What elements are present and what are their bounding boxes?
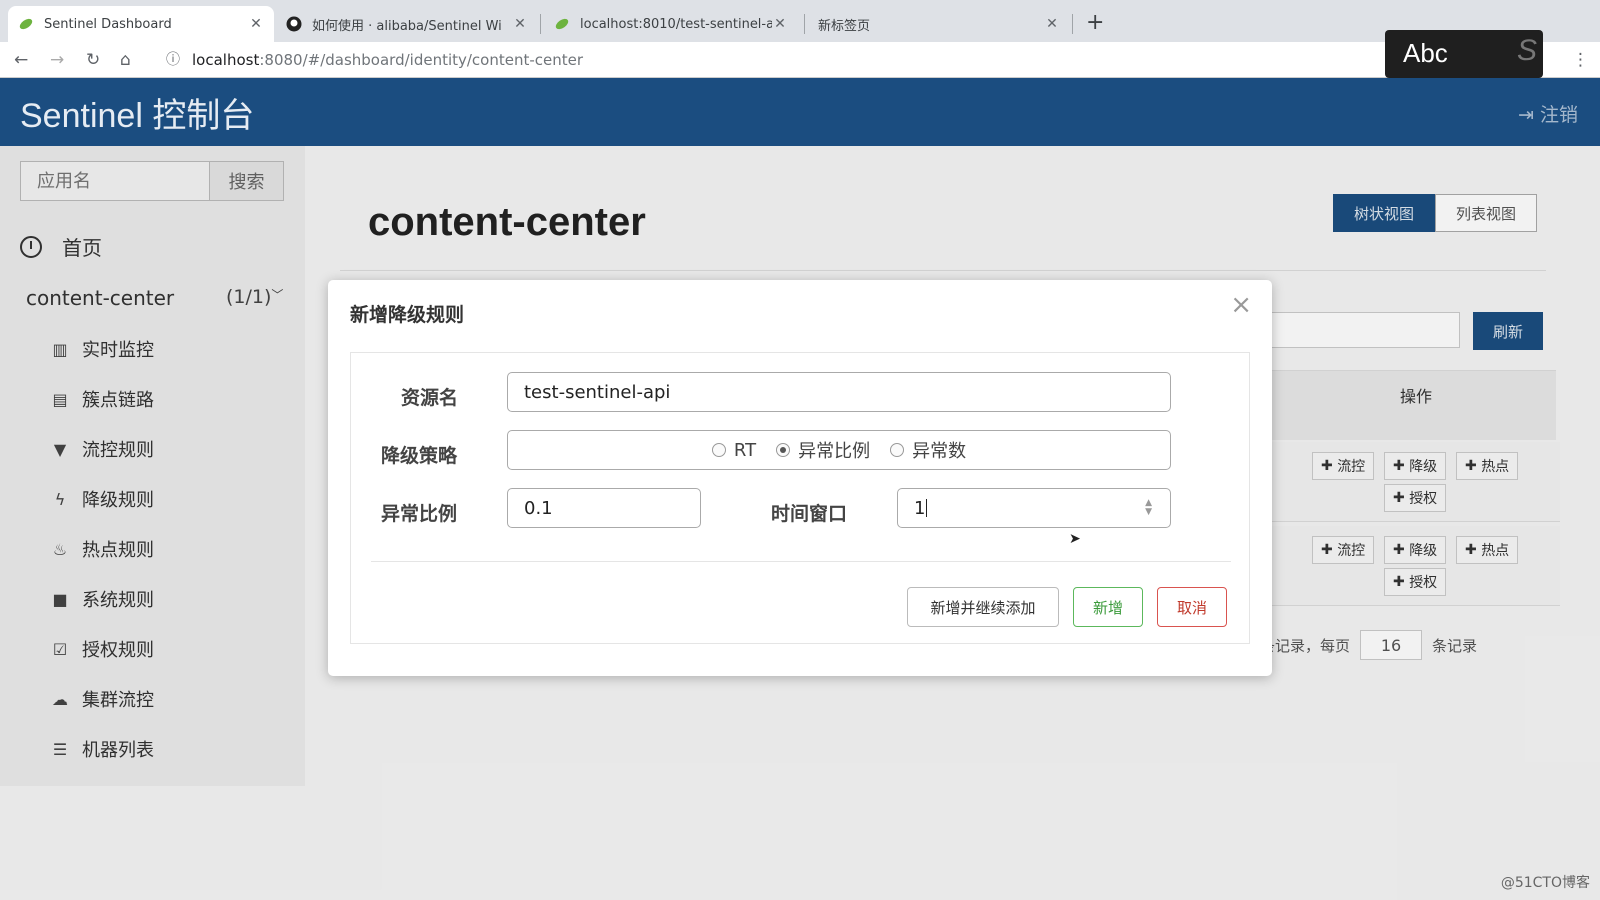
app-header: Sentinel 控制台 ⇥ 注销	[0, 78, 1600, 146]
tab-title: Sentinel Dashboard	[44, 16, 172, 32]
resource-label: 资源名	[401, 387, 459, 409]
browser-tab-strip: Sentinel Dashboard ✕ 如何使用 · alibaba/Sent…	[0, 0, 1600, 42]
forward-icon[interactable]: →	[50, 48, 64, 72]
radio-circle	[711, 443, 726, 457]
reload-icon[interactable]: ↻	[86, 48, 100, 72]
strategy-radio-group: RT 异常比例 异常数	[507, 430, 1171, 470]
info-icon[interactable]: ⓘ	[166, 48, 180, 72]
radio-circle-selected	[776, 443, 791, 457]
add-button[interactable]: 新增	[1073, 587, 1143, 627]
url-field[interactable]: localhost:8080/#/dashboard/identity/cont…	[192, 48, 583, 72]
radio-rt[interactable]: RT	[711, 439, 757, 461]
close-icon[interactable]: ✕	[248, 16, 264, 32]
window-label: 时间窗口	[771, 503, 848, 525]
radio-exception-ratio[interactable]: 异常比例	[776, 437, 870, 463]
ime-logo-icon: S	[1516, 34, 1537, 67]
strategy-label: 降级策略	[381, 445, 458, 467]
brand-title: Sentinel 控制台	[20, 97, 255, 135]
url-path: :8080/#/dashboard/identity/content-cente…	[259, 51, 584, 69]
text-cursor	[926, 499, 928, 517]
url-host: localhost	[192, 51, 260, 69]
tab-title: localhost:8010/test-sentinel-a	[580, 16, 772, 32]
radio-circle	[890, 443, 905, 457]
logout-icon: ⇥	[1518, 104, 1534, 126]
ime-indicator: Abc S	[1385, 30, 1543, 78]
more-icon[interactable]: ⋮	[1572, 48, 1589, 72]
tab-title: 如何使用 · alibaba/Sentinel Wi	[312, 18, 502, 34]
rule-form: 资源名 test-sentinel-api 降级策略 RT 异常比例 异常数 异…	[350, 352, 1250, 644]
mouse-cursor-icon: ➤	[1069, 531, 1081, 547]
radio-label: RT	[733, 439, 757, 461]
watermark: @51CTO博客	[1500, 875, 1590, 891]
github-icon	[286, 16, 302, 32]
ime-label: Abc	[1403, 38, 1448, 68]
close-icon[interactable]: ×	[1230, 290, 1252, 320]
time-window-input[interactable]: 1 ▲ ▼	[897, 488, 1171, 528]
tab-sentinel-dashboard[interactable]: Sentinel Dashboard ✕	[8, 6, 274, 42]
ratio-label: 异常比例	[381, 503, 458, 525]
tab-new-tab[interactable]: 新标签页 ✕	[808, 6, 1070, 42]
leaf-icon	[554, 16, 570, 32]
tab-localhost-8010[interactable]: localhost:8010/test-sentinel-a ✕	[544, 6, 798, 42]
exception-ratio-input[interactable]: 0.1	[507, 488, 701, 528]
form-divider	[371, 561, 1231, 562]
close-icon[interactable]: ✕	[1044, 16, 1060, 32]
radio-label: 异常数	[912, 441, 967, 462]
add-degrade-rule-dialog: 新增降级规则 × 资源名 test-sentinel-api 降级策略 RT 异…	[328, 280, 1272, 676]
close-icon[interactable]: ✕	[772, 16, 788, 32]
time-window-value: 1	[914, 497, 926, 519]
resource-name-input[interactable]: test-sentinel-api	[507, 372, 1171, 412]
tab-separator	[540, 14, 541, 34]
back-icon[interactable]: ←	[14, 48, 28, 72]
home-icon[interactable]: ⌂	[120, 48, 131, 72]
tab-title: 新标签页	[818, 18, 871, 34]
tab-separator	[804, 14, 805, 34]
logout-link[interactable]: ⇥ 注销	[1518, 100, 1578, 127]
radio-label: 异常比例	[798, 441, 871, 462]
tab-github-wiki[interactable]: 如何使用 · alibaba/Sentinel Wi ✕	[276, 6, 538, 42]
tab-separator	[1072, 14, 1073, 34]
dialog-title: 新增降级规则	[350, 304, 465, 326]
add-and-continue-button[interactable]: 新增并继续添加	[907, 587, 1059, 627]
new-tab-button[interactable]: +	[1086, 10, 1104, 36]
radio-exception-count[interactable]: 异常数	[890, 437, 966, 463]
cancel-button[interactable]: 取消	[1157, 587, 1227, 627]
address-bar: ← → ↻ ⌂ ⓘ localhost:8080/#/dashboard/ide…	[0, 42, 1600, 78]
logout-label: 注销	[1539, 104, 1578, 126]
number-spinner-icon[interactable]: ▲ ▼	[1145, 499, 1152, 517]
close-icon[interactable]: ✕	[512, 16, 528, 32]
leaf-icon	[18, 16, 34, 32]
